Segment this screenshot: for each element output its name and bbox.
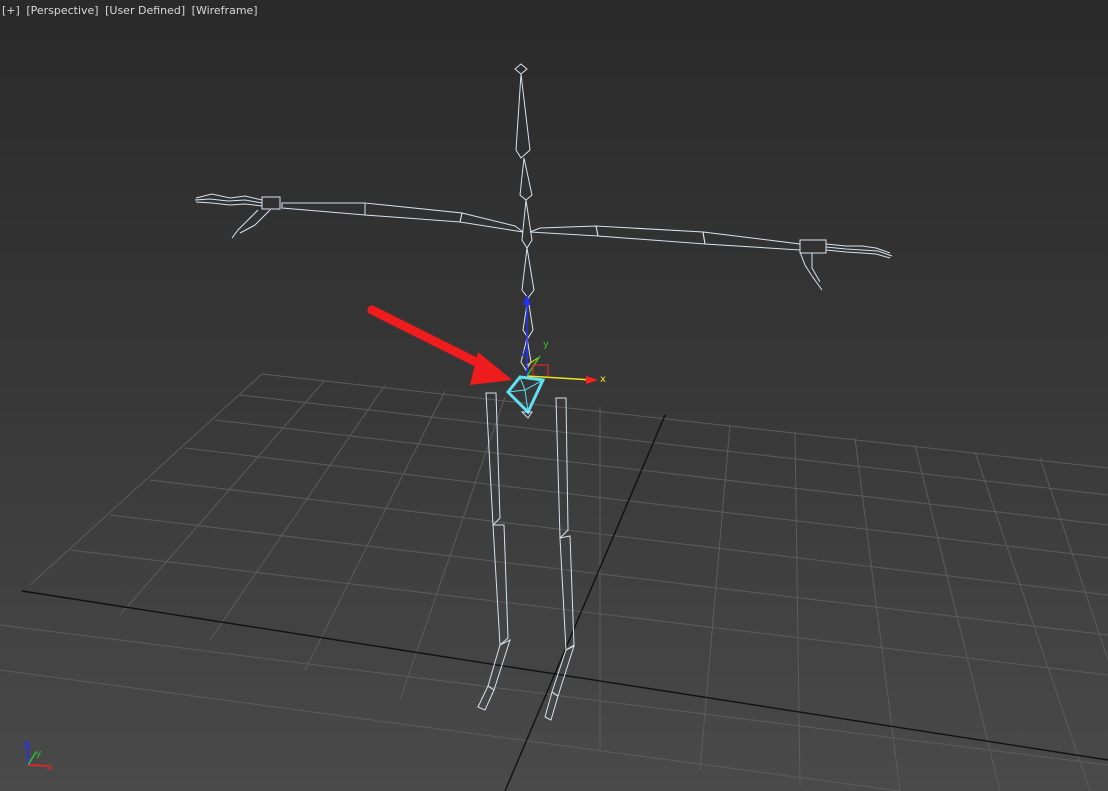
left-calf-bone[interactable] [492, 524, 509, 647]
ground-grid-main-axes [21, 414, 1108, 791]
axis-tripod-x-label: x [47, 763, 53, 773]
axis-tripod-y-label: y [36, 749, 42, 759]
right-forearm-bone[interactable] [702, 231, 801, 251]
gizmo-x-label: x [600, 374, 606, 385]
viewport-view-menu[interactable]: [Perspective] [26, 4, 98, 17]
viewport-3d-scene[interactable]: z y x z y x [0, 0, 1108, 791]
viewport-label-bar: [+] [Perspective] [User Defined] [Wirefr… [2, 4, 261, 17]
left-upper-arm-bone[interactable] [364, 202, 463, 223]
axis-tripod-z-label: z [23, 741, 28, 751]
left-forearm-bone[interactable] [281, 202, 366, 216]
ground-grid [0, 373, 1108, 791]
viewport-menu-plus[interactable]: [+] [2, 4, 20, 17]
left-thigh-bone[interactable] [485, 392, 501, 527]
right-clavicle-bone[interactable] [529, 225, 599, 237]
spine-lower-bone[interactable] [521, 247, 535, 299]
transform-gizmo[interactable]: z y x [521, 295, 606, 385]
viewport-user-defined-menu[interactable]: [User Defined] [105, 4, 185, 17]
left-clavicle-bone[interactable] [459, 212, 524, 233]
head-bone[interactable] [514, 63, 528, 75]
left-hand-bone[interactable] [261, 196, 281, 210]
selected-pelvis-bone[interactable] [505, 375, 546, 419]
right-toe-bone[interactable] [544, 691, 559, 721]
axis-tripod: z y x [23, 741, 53, 773]
neck-bone[interactable] [515, 73, 531, 159]
gizmo-y-label: y [543, 339, 549, 350]
biped-skeleton[interactable] [194, 63, 893, 721]
viewport-shading-menu[interactable]: [Wireframe] [192, 4, 258, 17]
annotation-arrow-head [470, 352, 512, 385]
spine-bone[interactable] [521, 199, 533, 249]
gizmo-z-label: z [521, 348, 526, 359]
right-hand-bone[interactable] [799, 239, 827, 254]
right-thigh-bone[interactable] [555, 397, 569, 540]
right-upper-arm-bone[interactable] [595, 225, 706, 245]
upper-spine-bone[interactable] [519, 157, 533, 201]
left-toe-bone[interactable] [477, 685, 495, 711]
